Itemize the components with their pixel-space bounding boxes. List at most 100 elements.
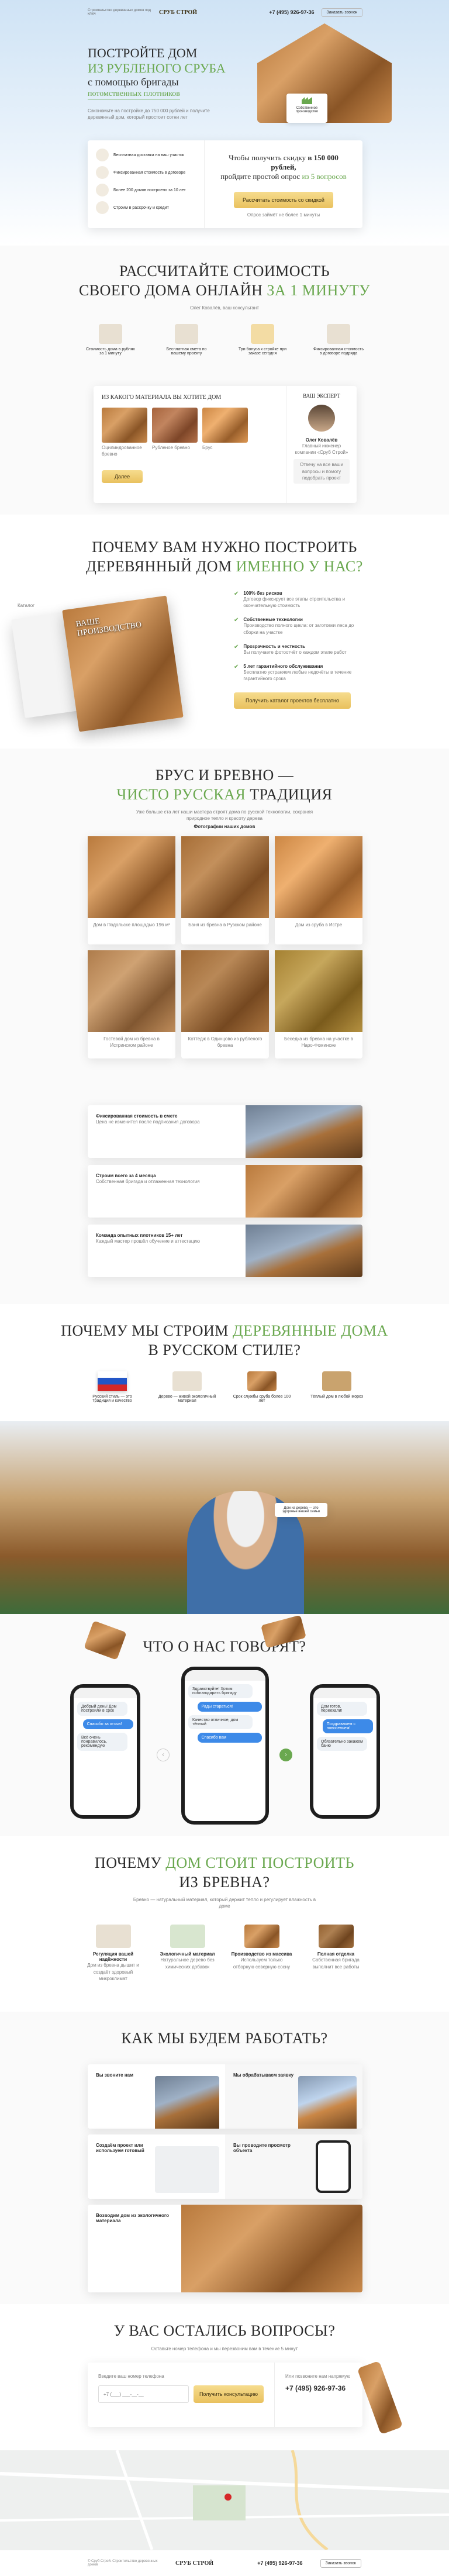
offer-card: Бесплатная доставка на ваш участок Фикси… [88,140,362,228]
catalog-label: Каталог [18,603,35,608]
why-item: ✔ Собственные технологии Производство по… [234,617,354,635]
footer: © Сруб Строй. Строительство деревянных д… [0,2550,449,2576]
benefits-list: Бесплатная доставка на ваш участок Фикси… [88,140,205,228]
benefit-item: Бесплатная доставка на ваш участок [96,149,196,161]
reviews-section: ЧТО О НАС ГОВОРЯТ? Добрый день! Дом пост… [0,1614,449,1836]
or-call-text: Или позвоните нам напрямую [285,2374,351,2379]
why-item: ✔ 5 лет гарантийного обслуживания Беспла… [234,663,352,682]
calc-features: Стоимость дома в рублях за 1 минуту Бесп… [0,324,449,356]
hero-subtitle: Сэкономьте на постройке до 750 000 рубле… [88,108,210,120]
gift-icon [251,324,274,344]
consult-button[interactable]: Получить консультацию [194,2385,264,2403]
map-section[interactable] [0,2450,449,2550]
calc-manager: Олег Ковалёв, ваш консультант [190,305,259,311]
check-icon: ✔ [234,663,239,670]
leaf-icon [172,1371,202,1391]
phone-mockup-icon [316,2140,351,2193]
header-phone[interactable]: +7 (495) 926-97-36 [269,9,314,15]
flag-icon [98,1371,127,1391]
callback-button[interactable]: Заказать звонок [321,8,362,17]
catalog-button[interactable]: Получить каталог проектов бесплатно [234,692,351,709]
prev-arrow-icon[interactable]: ‹ [157,1749,170,1761]
log-title: ПОЧЕМУ ДОМ СТОИТ ПОСТРОИТЬ ИЗ БРЕВНА? [95,1854,354,1891]
snow-icon [322,1371,351,1391]
tradition-step: Строим всего за 4 месяца Собственная бри… [88,1165,362,1218]
gallery-item[interactable]: Гостевой дом из бревна в Истринском райо… [88,950,175,1058]
gallery-subtitle: Фотографии наших домов [194,824,255,830]
hero-badge-text: Собственное производство [295,106,319,113]
expert-text: Отвечу на все ваши вопросы и помогу подо… [293,459,350,484]
how-section: КАК МЫ БУДЕМ РАБОТАТЬ? Вы звоните нам Мы… [0,2012,449,2304]
how-row: Возводим дом из экологичного материала [88,2205,362,2292]
estimate-icon [175,324,198,344]
tradition-step: Фиксированная стоимость в смете Цена не … [88,1105,362,1158]
benefit-item: Фиксированная стоимость в договоре [96,166,196,179]
quiz-option[interactable]: Рубленое бревно [152,408,198,457]
russian-point: Тёплый дом в любой мороз [308,1371,366,1403]
how-row: Создаём проект или используем готовый Вы… [88,2134,362,2199]
avatar [308,405,335,432]
house-icon [96,184,109,196]
contact-phone[interactable]: +7 (495) 926-97-36 [285,2384,352,2392]
sawmill-icon [244,1925,279,1949]
gallery-grid: Дом в Подольске площадью 196 м² Баня из … [88,836,362,1058]
log-feature: Экологичный материал Натуральное дерево … [157,1925,218,1982]
tradition-section: БРУС И БРЕВНО — ЧИСТО РУССКАЯ ТРАДИЦИЯ У… [0,749,449,1304]
why-title: ПОЧЕМУ ВАМ НУЖНО ПОСТРОИТЬ ДЕРЕВЯННЫЙ ДО… [86,539,363,575]
tradition-steps: Фиксированная стоимость в смете Цена не … [88,1105,362,1277]
quiz-next-button[interactable]: Далее [102,470,143,484]
book-title: ВАШЕ ПРОИЗВОДСТВО [75,616,143,639]
contact-text: Оставьте номер телефона и мы перезвоним … [151,2346,298,2351]
contact-card: Введите ваш номер телефона Получить конс… [88,2363,362,2427]
footer-phone[interactable]: +7 (495) 926-97-36 [257,2560,302,2566]
russian-point: Дерево — живой экологичный материал [158,1371,216,1403]
gift-block: Чтобы получить скидку в 150 000 рублей, … [205,140,362,228]
map[interactable] [0,2450,449,2550]
logo[interactable]: СРУБ СТРОЙ [159,9,197,16]
clipboard-icon [327,324,350,344]
phone-field-label: Введите ваш номер телефона [98,2374,164,2379]
map-pin-icon [224,2494,232,2501]
catalog-book-cover: ВАШЕ ПРОИЗВОДСТВО [62,595,184,732]
next-arrow-icon[interactable]: › [279,1749,292,1761]
log-icon [247,1371,277,1391]
ruble-icon [96,201,109,214]
quiz-option[interactable]: Брус [202,408,248,457]
footer-logo[interactable]: СРУБ СТРОЙ [175,2560,213,2567]
quiz-option[interactable]: Оцилиндрованное бревно [102,408,147,457]
russian-note: Дом из дерева — это здоровье вашей семьи [275,1503,327,1517]
gallery-item[interactable]: Баня из бревна в Рузском районе [181,836,269,944]
contact-title: У ВАС ОСТАЛИСЬ ВОПРОСЫ? [113,2322,336,2339]
hero-title-line-1: ПОСТРОЙТЕ ДОМ [88,46,198,60]
gallery-item[interactable]: Беседка из бревна на участке в Наро-Фоми… [275,950,362,1058]
tradition-step: Команда опытных плотников 15+ лет Каждый… [88,1225,362,1277]
gift-accent-2: из 5 вопросов [302,172,347,181]
quiz-card: ИЗ КАКОГО МАТЕРИАЛА ВЫ ХОТИТЕ ДОМ Оцилин… [94,386,357,503]
axe-icon [96,149,109,161]
expert-role: Главный инженер компании «Сруб Строй» [295,443,348,456]
gift-button[interactable]: Рассчитать стоимость со скидкой [234,192,333,208]
log-section: ПОЧЕМУ ДОМ СТОИТ ПОСТРОИТЬ ИЗ БРЕВНА? Бр… [0,1836,449,2012]
expert-title: ВАШ ЭКСПЕРТ [303,393,340,399]
phone-input[interactable] [98,2385,189,2403]
top-header: Строительство деревянных домов под ключ … [88,7,362,18]
gallery-item[interactable]: Дом из сруба в Истре [275,836,362,944]
expert-name: Олег Ковалёв [305,437,338,443]
footer-callback-button[interactable]: Заказать звонок [320,2558,361,2568]
review-phone: Дом готов, переехали! Поздравляем с ново… [310,1684,380,1819]
calc-feature: Бесплатная смета по вашему проекту [160,324,213,356]
check-icon: ✔ [234,617,239,624]
hands-icon [95,1925,131,1949]
russian-title: ПОЧЕМУ МЫ СТРОИМ ДЕРЕВЯННЫЕ ДОМА В РУССК… [61,1322,388,1358]
why-section: ПОЧЕМУ ВАМ НУЖНО ПОСТРОИТЬ ДЕРЕВЯННЫЙ ДО… [0,515,449,749]
contact-section: У ВАС ОСТАЛИСЬ ВОПРОСЫ? Оставьте номер т… [0,2304,449,2450]
gift-note: Опрос займёт не более 1 минуты [247,212,320,218]
gallery-item[interactable]: Дом в Подольске площадью 196 м² [88,836,175,944]
check-icon: ✔ [234,591,239,597]
tree-icon [170,1925,205,1949]
reviews-title: ЧТО О НАС ГОВОРЯТ? [143,1638,306,1655]
hero-title-line-4: потомственных плотников [88,89,180,99]
calc-feature: Фиксированная стоимость в договоре подря… [312,324,365,356]
gallery-item[interactable]: Коттедж в Одинцово из рубленого бревна [181,950,269,1058]
footer-copyright: © Сруб Строй. Строительство деревянных д… [88,2560,158,2567]
